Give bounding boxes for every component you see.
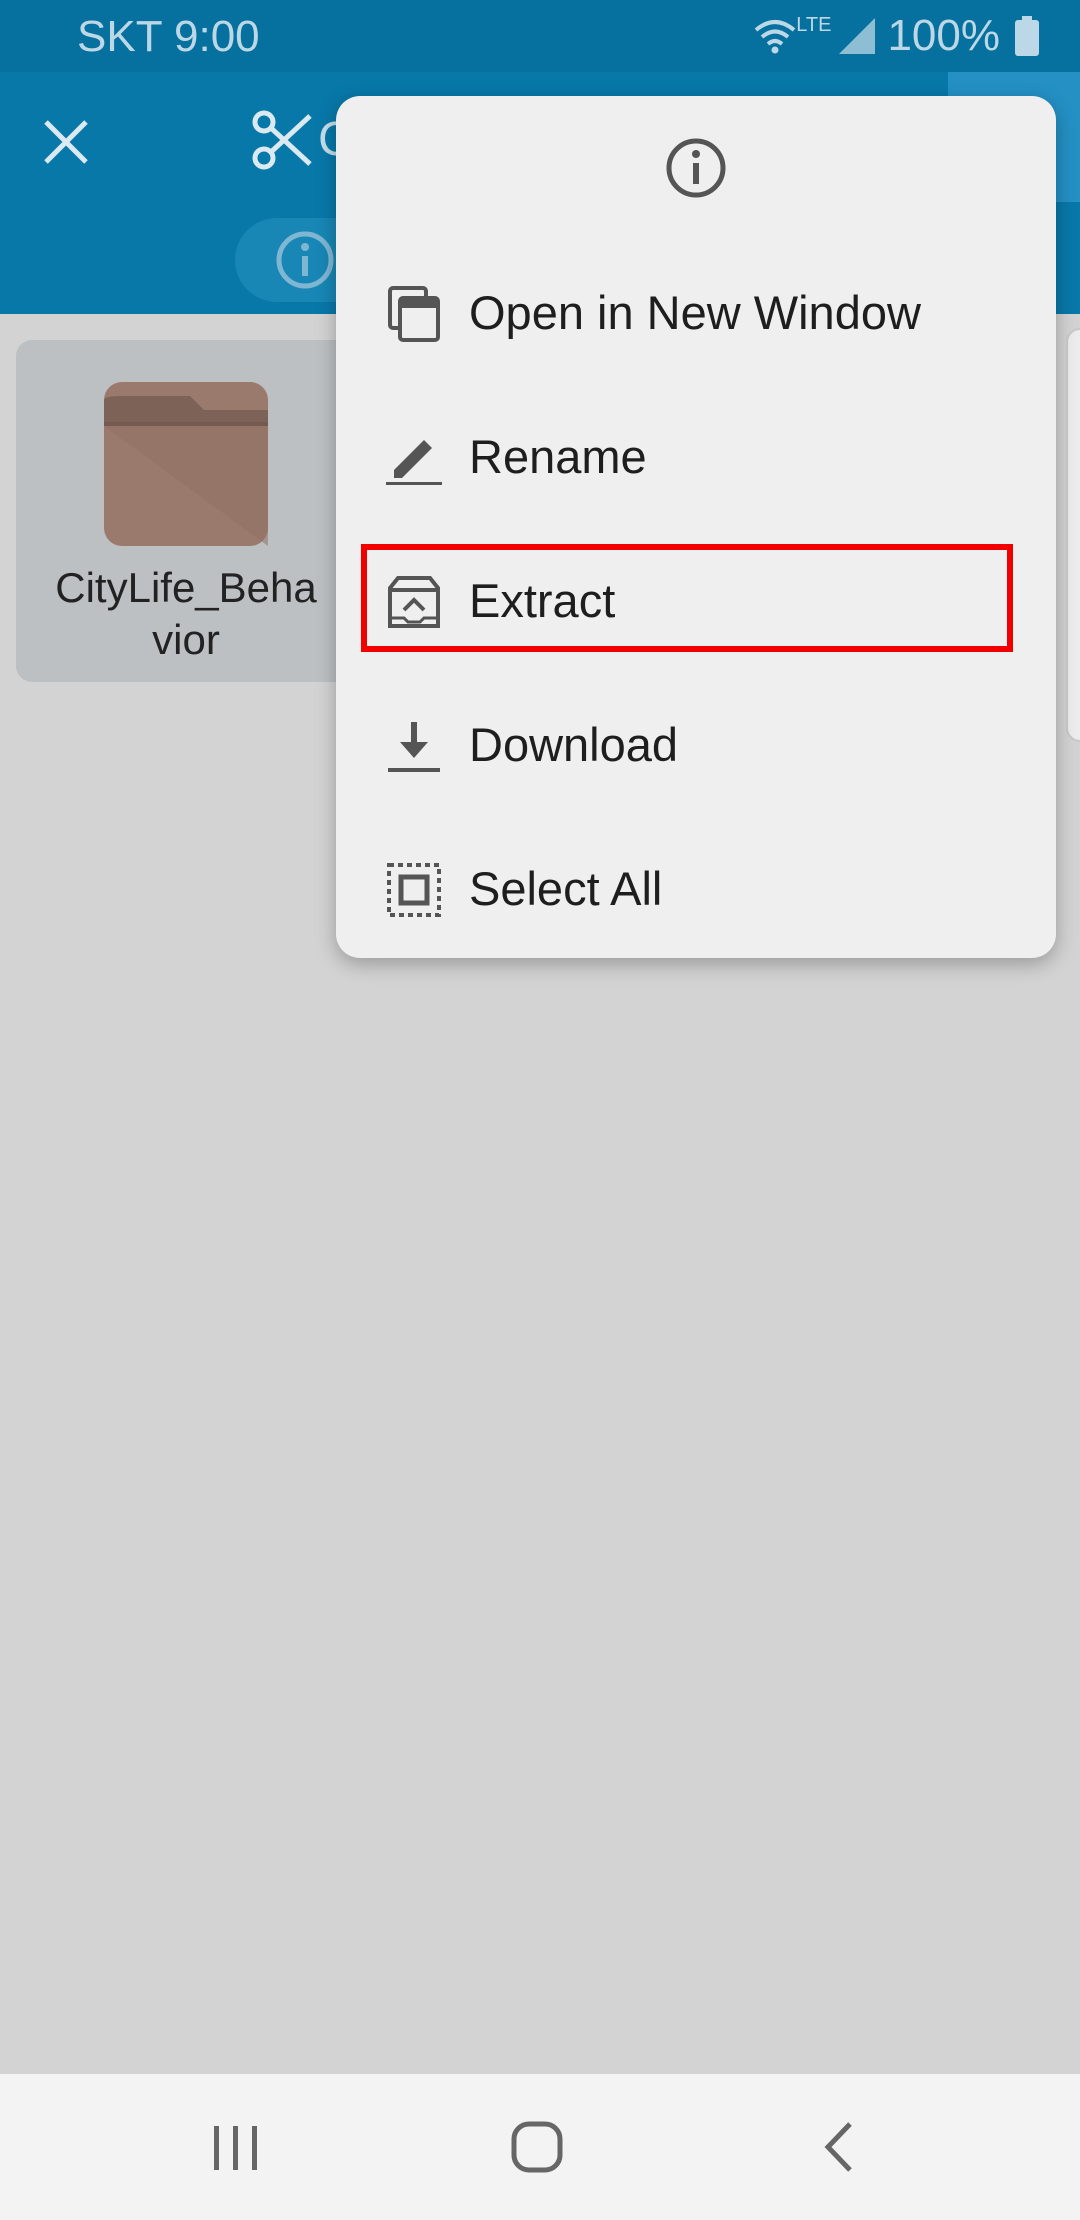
folder-name-line1: CityLife_Beha [55,564,317,611]
menu-item-label: Download [469,718,679,771]
recents-icon[interactable] [196,2112,276,2182]
signal-icon [839,18,876,54]
highlight-box [361,544,1013,652]
scissors-icon[interactable] [250,108,314,172]
wifi-icon [754,20,796,54]
info-icon [276,231,334,289]
new-window-icon [388,286,440,342]
folder-name-line2: vior [152,616,220,663]
navigation-bar [0,2074,1080,2220]
home-icon[interactable] [498,2112,578,2182]
pencil-icon [386,440,442,485]
folder-icon [104,382,268,546]
context-menu: Open in New Window Rename Extract Downlo… [336,96,1056,958]
menu-item-label: Rename [469,430,647,483]
battery-icon [1015,16,1039,56]
status-bar: SKT 9:00 LTE 100% [0,0,1080,72]
menu-item-open-new-window[interactable]: Open in New Window [336,248,1056,378]
battery-percent: 100% [887,11,1000,60]
folder-name: CityLife_Beha vior [16,562,356,666]
back-icon[interactable] [800,2112,880,2182]
close-icon[interactable] [36,112,96,172]
download-icon [388,722,440,772]
menu-item-rename[interactable]: Rename [336,392,1056,522]
select-all-icon [387,863,441,917]
menu-item-label: Open in New Window [469,286,921,339]
info-icon[interactable] [664,136,728,200]
status-icons: LTE 100% [754,11,1040,60]
folder-item[interactable]: CityLife_Beha vior [16,340,356,682]
menu-item-download[interactable]: Download [336,680,1056,810]
network-type-label: LTE [796,14,832,36]
menu-item-label: Select All [469,862,663,915]
side-panel-edge [1066,328,1080,742]
status-carrier-time: SKT 9:00 [77,12,260,61]
menu-item-select-all[interactable]: Select All [336,824,1056,954]
